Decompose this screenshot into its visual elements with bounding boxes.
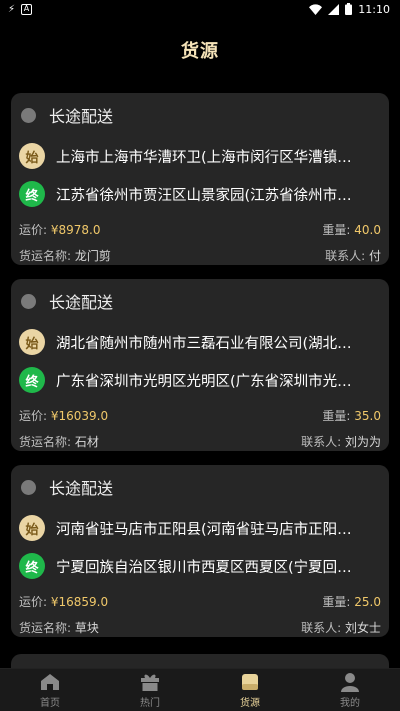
start-address-row: 始 湖北省随州市随州市三磊石业有限公司(湖北… [19, 323, 381, 361]
price-group: 运价: ¥8978.0 [19, 221, 100, 238]
tab-mine[interactable]: 我的 [300, 669, 400, 711]
tab-hot[interactable]: 热门 [100, 669, 200, 711]
bottom-tab-bar: 首页 热门 货源 我的 [0, 668, 400, 711]
price-row: 运价: ¥16859.0 重量: 25.0 [19, 589, 381, 613]
start-address: 湖北省随州市随州市三磊石业有限公司(湖北… [56, 335, 352, 352]
weight-group: 重量: 35.0 [322, 407, 381, 424]
weight-value: 40.0 [354, 222, 381, 237]
price-row: 运价: ¥16039.0 重量: 35.0 [19, 403, 381, 427]
weight-label: 重量: [322, 222, 355, 237]
status-left: ⚡ A [8, 3, 33, 15]
delivery-type: 长途配送 [49, 293, 114, 312]
wifi-icon [309, 3, 323, 15]
weight-value: 35.0 [354, 408, 381, 423]
cargo-name-group: 货运名称: 草块 [19, 619, 99, 636]
end-badge: 终 [19, 181, 45, 207]
end-address: 江苏省徐州市贾汪区山景家园(江苏省徐州市… [56, 187, 352, 204]
bolt-icon: ⚡ [8, 3, 16, 15]
start-address: 上海市上海市华漕环卫(上海市闵行区华漕镇… [56, 149, 352, 166]
cargo-name-group: 货运名称: 石材 [19, 433, 99, 450]
info-row: 货运名称: 草块 联系人: 刘女士 [19, 613, 381, 641]
cargo-name: 石材 [74, 434, 99, 449]
status-dot-icon [21, 293, 36, 309]
info-row: 货运名称: 龙门剪 联系人: 付 [19, 241, 381, 269]
weight-group: 重量: 25.0 [322, 593, 381, 610]
end-badge: 终 [19, 367, 45, 393]
cargo-name-label: 货运名称: [19, 434, 75, 449]
cargo-name-label: 货运名称: [19, 620, 75, 635]
tab-label: 货源 [240, 697, 260, 709]
start-badge: 始 [19, 515, 45, 541]
status-dot-icon [21, 479, 36, 495]
weight-label: 重量: [322, 594, 355, 609]
status-dot-icon [21, 107, 36, 123]
gift-icon [140, 672, 160, 692]
price-value: ¥8978.0 [50, 222, 101, 237]
cargo-name: 龙门剪 [74, 248, 111, 263]
tab-label: 我的 [340, 697, 360, 709]
end-address: 宁夏回族自治区银川市西夏区西夏区(宁夏回… [56, 559, 352, 576]
price-value: ¥16039.0 [50, 408, 109, 423]
tab-label: 首页 [40, 697, 60, 709]
price-label: 运价: [19, 594, 51, 609]
status-time: 11:10 [358, 2, 390, 16]
start-badge: 始 [19, 329, 45, 355]
contact-group: 联系人: 刘为为 [301, 433, 381, 450]
price-row: 运价: ¥8978.0 重量: 40.0 [19, 217, 381, 241]
end-badge: 终 [19, 553, 45, 579]
cargo-icon [240, 672, 260, 692]
contact-label: 联系人: [301, 620, 345, 635]
cargo-list[interactable]: 长途配送 始 上海市上海市华漕环卫(上海市闵行区华漕镇… 终 江苏省徐州市贾汪区… [11, 93, 389, 651]
battery-icon [345, 3, 353, 15]
contact-name: 付 [368, 248, 381, 263]
start-address-row: 始 上海市上海市华漕环卫(上海市闵行区华漕镇… [19, 137, 381, 175]
end-address-row: 终 江苏省徐州市贾汪区山景家园(江苏省徐州市… [19, 175, 381, 213]
signal-icon [328, 3, 340, 15]
a-box-icon: A [21, 3, 33, 15]
delivery-type: 长途配送 [49, 107, 114, 126]
status-bar: ⚡ A 11:10 [0, 0, 400, 18]
info-row: 货运名称: 石材 联系人: 刘为为 [19, 427, 381, 455]
contact-label: 联系人: [325, 248, 369, 263]
cargo-card[interactable]: 长途配送 始 河南省驻马店市正阳县(河南省驻马店市正阳… 终 宁夏回族自治区银川… [11, 465, 389, 637]
tab-cargo[interactable]: 货源 [200, 669, 300, 711]
cargo-name-group: 货运名称: 龙门剪 [19, 247, 111, 264]
price-value: ¥16859.0 [50, 594, 109, 609]
cargo-name-label: 货运名称: [19, 248, 75, 263]
contact-group: 联系人: 付 [325, 247, 381, 264]
cargo-name: 草块 [74, 620, 99, 635]
tab-label: 热门 [140, 697, 160, 709]
end-address-row: 终 宁夏回族自治区银川市西夏区西夏区(宁夏回… [19, 547, 381, 585]
start-address: 河南省驻马店市正阳县(河南省驻马店市正阳… [56, 521, 352, 538]
header: 货源 [0, 18, 400, 82]
price-group: 运价: ¥16859.0 [19, 593, 108, 610]
start-badge: 始 [19, 143, 45, 169]
delivery-type: 长途配送 [49, 479, 114, 498]
page-title: 货源 [181, 41, 219, 62]
weight-label: 重量: [322, 408, 355, 423]
cargo-card[interactable]: 长途配送 始 上海市上海市华漕环卫(上海市闵行区华漕镇… 终 江苏省徐州市贾汪区… [11, 93, 389, 265]
user-icon [340, 672, 360, 692]
price-label: 运价: [19, 222, 51, 237]
cargo-card[interactable]: 长途配送 始 湖北省随州市随州市三磊石业有限公司(湖北… 终 广东省深圳市光明区… [11, 279, 389, 451]
contact-label: 联系人: [301, 434, 345, 449]
card-type-row: 长途配送 [19, 279, 381, 323]
end-address-row: 终 广东省深圳市光明区光明区(广东省深圳市光… [19, 361, 381, 399]
contact-name: 刘女士 [344, 620, 381, 635]
weight-group: 重量: 40.0 [322, 221, 381, 238]
card-type-row: 长途配送 [19, 93, 381, 137]
home-icon [40, 672, 60, 692]
price-group: 运价: ¥16039.0 [19, 407, 108, 424]
card-type-row: 长途配送 [19, 465, 381, 509]
end-address: 广东省深圳市光明区光明区(广东省深圳市光… [56, 373, 352, 390]
tab-home[interactable]: 首页 [0, 669, 100, 711]
price-label: 运价: [19, 408, 51, 423]
contact-group: 联系人: 刘女士 [301, 619, 381, 636]
weight-value: 25.0 [354, 594, 381, 609]
contact-name: 刘为为 [344, 434, 381, 449]
status-right: 11:10 [309, 3, 390, 16]
start-address-row: 始 河南省驻马店市正阳县(河南省驻马店市正阳… [19, 509, 381, 547]
